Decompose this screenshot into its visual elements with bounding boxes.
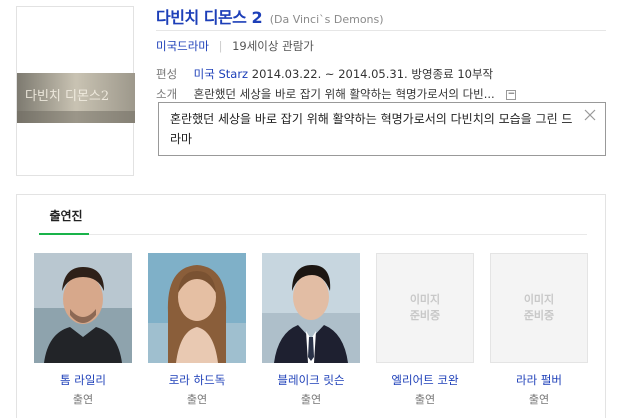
cast-role: 출연: [186, 393, 208, 406]
age-rating: 19세이상 관람가: [232, 39, 314, 53]
schedule-label: 편성: [156, 67, 178, 81]
cast-photo-placeholder[interactable]: 이미지 준비중: [376, 253, 474, 363]
cast-name[interactable]: 라라 펄버: [490, 372, 588, 388]
intro-tooltip: 혼란했던 세상을 바로 잡기 위해 활약하는 혁명가로서의 다빈치의 모습을 그…: [158, 102, 606, 156]
cast-photo-placeholder[interactable]: 이미지 준비중: [490, 253, 588, 363]
collapse-icon[interactable]: −: [506, 89, 517, 100]
intro-label: 소개: [156, 87, 178, 101]
meta-row: 미국드라마 | 19세이상 관람가: [156, 38, 314, 54]
placeholder-text: 이미지 준비중: [523, 293, 555, 322]
cast-role: 출연: [72, 393, 94, 406]
tab-rule: [39, 234, 587, 235]
cast-name[interactable]: 블레이크 릿슨: [262, 372, 360, 388]
cast-member[interactable]: 블레이크 릿슨 출연: [262, 253, 360, 407]
cast-name[interactable]: 톰 라일리: [34, 372, 132, 388]
poster-image: 다빈치 디몬스2: [17, 73, 135, 123]
show-title[interactable]: 다빈치 디몬스: [156, 8, 247, 27]
network-link[interactable]: 미국 Starz: [194, 67, 248, 81]
cast-member[interactable]: 이미지 준비중 라라 펄버 출연: [490, 253, 588, 407]
show-detail-page: 다빈치 디몬스2 다빈치 디몬스 2 (Da Vinci`s Demons) 미…: [0, 0, 620, 418]
cast-name[interactable]: 로라 하드독: [148, 372, 246, 388]
intro-row: 소개 혼란했던 세상을 바로 잡기 위해 활약하는 혁명가로서의 다빈... −: [156, 86, 517, 102]
show-season[interactable]: 2: [251, 8, 262, 27]
show-poster[interactable]: 다빈치 디몬스2: [16, 6, 135, 176]
cast-role: 출연: [414, 393, 436, 406]
cast-member[interactable]: 로라 하드독 출연: [148, 253, 246, 407]
cast-photo[interactable]: [34, 253, 132, 363]
intro-summary: 혼란했던 세상을 바로 잡기 위해 활약하는 혁명가로서의 다빈...: [193, 87, 495, 101]
cast-member[interactable]: 이미지 준비중 엘리어트 코완 출연: [376, 253, 474, 407]
intro-full-text: 혼란했던 세상을 바로 잡기 위해 활약하는 혁명가로서의 다빈치의 모습을 그…: [170, 112, 573, 146]
tab-cast[interactable]: 출연진: [41, 207, 91, 233]
genre-link[interactable]: 미국드라마: [156, 39, 209, 53]
schedule-dates: 2014.03.22. ~ 2014.05.31.: [251, 67, 408, 81]
broadcast-status: 방영종료: [411, 67, 454, 81]
cast-section: 출연진 톰 라일리 출연 로라 하드독 출연 블레이크 릿슨 출연 이미지 준비…: [16, 194, 606, 418]
cast-photo[interactable]: [148, 253, 246, 363]
title-divider: [156, 30, 606, 31]
poster-title-text: 다빈치 디몬스2: [25, 89, 109, 104]
cast-role: 출연: [528, 393, 550, 406]
original-title: (Da Vinci`s Demons): [269, 13, 384, 26]
cast-name[interactable]: 엘리어트 코완: [376, 372, 474, 388]
cast-member[interactable]: 톰 라일리 출연: [34, 253, 132, 407]
meta-separator: |: [218, 39, 223, 53]
episode-count: 10부작: [457, 67, 494, 81]
close-icon[interactable]: [583, 108, 597, 122]
title-row: 다빈치 디몬스 2 (Da Vinci`s Demons): [156, 4, 384, 28]
cast-photo[interactable]: [262, 253, 360, 363]
tab-active-indicator: [39, 233, 89, 235]
placeholder-text: 이미지 준비중: [409, 293, 441, 322]
cast-role: 출연: [300, 393, 322, 406]
schedule-row: 편성 미국 Starz 2014.03.22. ~ 2014.05.31. 방영…: [156, 66, 493, 82]
